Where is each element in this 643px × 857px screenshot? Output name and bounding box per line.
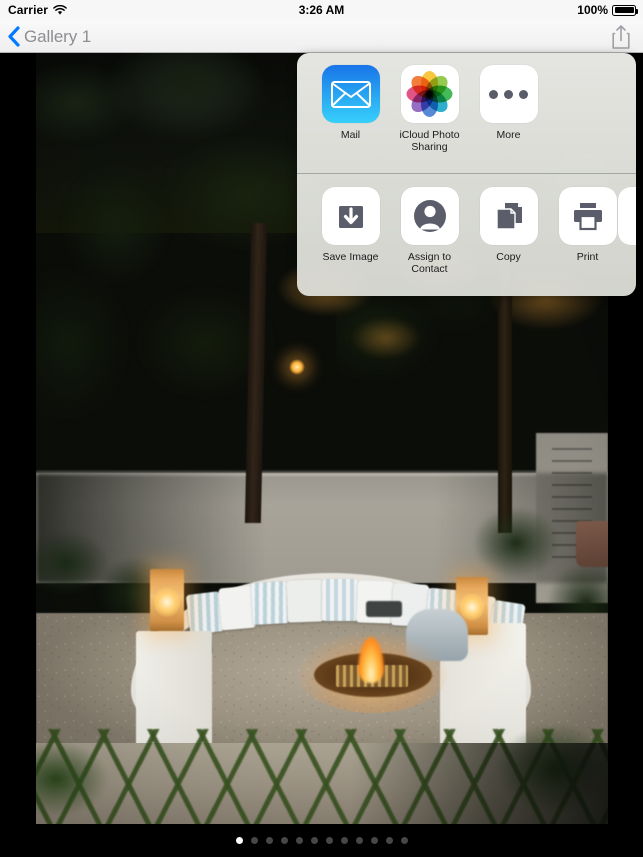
photos-flower-petals <box>406 71 453 117</box>
page-control[interactable] <box>0 824 643 857</box>
share-target-label: iCloud Photo Sharing <box>399 129 460 153</box>
share-target-icloud-photo-sharing[interactable]: iCloud Photo Sharing <box>390 65 469 173</box>
page-dot[interactable] <box>370 837 378 844</box>
assign-to-contact-icon <box>400 187 459 245</box>
battery-fill <box>614 7 634 13</box>
chevron-left-icon <box>7 26 20 47</box>
more-dots-icon <box>479 65 538 123</box>
photos-flower-icon <box>400 65 459 123</box>
print-icon <box>558 187 617 245</box>
photo-viewer-screen: Carrier 3:26 AM 100% Gallery 1 Mail iClo… <box>0 0 643 857</box>
action-label: Assign to Contact <box>407 251 452 275</box>
navigation-bar: Gallery 1 <box>0 20 643 53</box>
page-dot[interactable] <box>325 837 333 844</box>
photo-side-table <box>366 601 402 617</box>
page-dot[interactable] <box>265 837 273 844</box>
photo-pillow <box>250 581 290 625</box>
page-dot[interactable] <box>280 837 288 844</box>
share-target-mail[interactable]: Mail <box>311 65 390 173</box>
status-bar: Carrier 3:26 AM 100% <box>0 0 643 20</box>
action-save-image[interactable]: Save Image <box>311 187 390 296</box>
action-label: Save Image <box>322 251 379 263</box>
page-dot[interactable] <box>400 837 408 844</box>
action-assign-to-contact[interactable]: Assign to Contact <box>390 187 469 296</box>
page-dot[interactable] <box>235 837 243 844</box>
more-dots-glyph <box>489 89 528 99</box>
share-button[interactable] <box>611 20 631 53</box>
back-button[interactable]: Gallery 1 <box>7 20 91 53</box>
page-dot[interactable] <box>310 837 318 844</box>
share-icon <box>611 24 631 50</box>
share-target-label: More <box>496 129 521 141</box>
photo-pillow <box>322 579 358 621</box>
action-next-partial[interactable] <box>618 187 636 296</box>
photo-pillow <box>286 579 324 623</box>
battery-percent-label: 100% <box>577 3 608 17</box>
photo-street-lamp <box>289 359 305 375</box>
partial-icon <box>618 187 636 245</box>
action-label: Print <box>576 251 599 263</box>
share-sheet-apps-row: Mail iCloud Photo Sharing More <box>297 53 636 173</box>
page-dot[interactable] <box>250 837 258 844</box>
action-copy[interactable]: Copy <box>469 187 548 296</box>
photo-pillow <box>218 585 256 631</box>
page-dot[interactable] <box>295 837 303 844</box>
clock-label: 3:26 AM <box>298 3 345 17</box>
photo-paving-shadow <box>36 743 608 824</box>
share-sheet-popover: Mail iCloud Photo Sharing More Save Imag… <box>297 53 636 296</box>
photo-lantern-left-glow <box>154 587 180 617</box>
page-dot[interactable] <box>340 837 348 844</box>
save-image-icon <box>321 187 380 245</box>
share-target-label: Mail <box>340 129 361 141</box>
action-label: Copy <box>496 251 521 263</box>
page-dot[interactable] <box>385 837 393 844</box>
status-bar-right: 100% <box>577 0 638 20</box>
photo-lantern-right-glow <box>460 593 484 621</box>
share-sheet-actions-row: Save Image Assign to Contact Copy Print <box>297 173 636 296</box>
page-dot[interactable] <box>355 837 363 844</box>
share-target-more[interactable]: More <box>469 65 548 173</box>
battery-full-icon <box>612 4 638 16</box>
back-button-label: Gallery 1 <box>24 26 92 46</box>
copy-icon <box>479 187 538 245</box>
status-bar-center: 3:26 AM <box>0 0 643 20</box>
action-print[interactable]: Print <box>548 187 627 296</box>
photo-planter-pot <box>576 521 608 567</box>
mail-icon <box>321 65 380 123</box>
